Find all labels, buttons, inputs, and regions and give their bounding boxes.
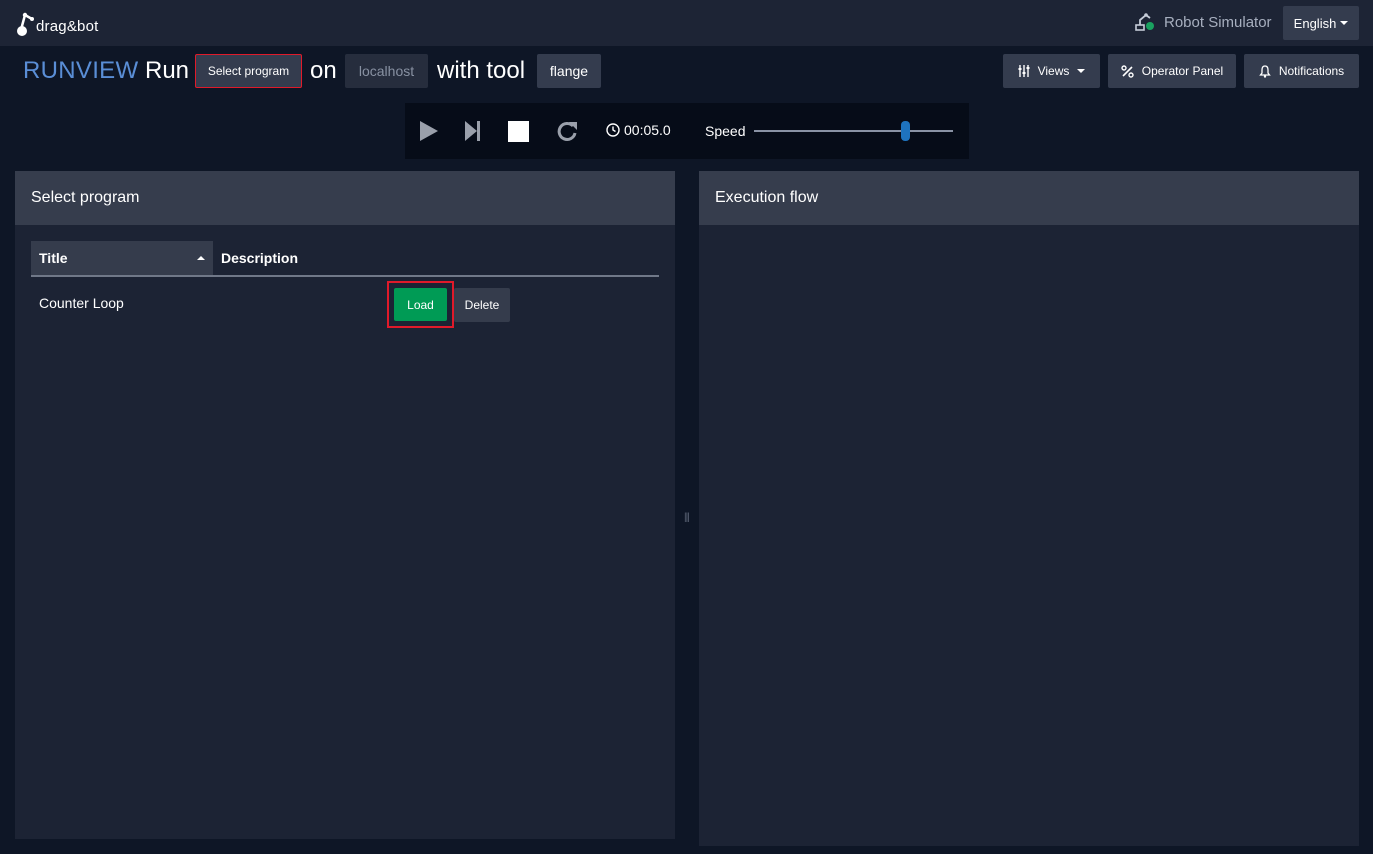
select-program-button[interactable]: Select program (195, 54, 302, 88)
sort-ascending-icon (197, 256, 205, 260)
play-icon[interactable] (419, 121, 439, 141)
logo-text: drag&bot (36, 18, 99, 35)
bell-icon (1259, 64, 1271, 78)
speed-label: Speed (705, 123, 746, 139)
column-header-description[interactable]: Description (221, 241, 298, 275)
with-tool-label: with tool (437, 57, 526, 84)
robot-arm-logo-icon (17, 12, 34, 36)
operator-panel-button[interactable]: Operator Panel (1108, 54, 1236, 88)
sliders-icon (1018, 65, 1030, 77)
column-header-title[interactable]: Title (31, 241, 213, 275)
program-title-cell: Counter Loop (39, 295, 124, 311)
select-program-panel-title: Select program (15, 171, 675, 225)
operator-panel-label: Operator Panel (1141, 64, 1224, 78)
views-label: Views (1037, 64, 1070, 78)
host-field[interactable]: localhost (345, 54, 428, 88)
robot-arm-icon (1135, 13, 1154, 31)
dragandbot-logo[interactable]: drag&bot (16, 9, 98, 37)
clock-icon (606, 123, 620, 137)
top-bar: drag&bot Robot Simulator English (0, 0, 1373, 46)
panel-resize-handle[interactable]: ||| (684, 512, 690, 523)
chevron-down-icon (1340, 21, 1349, 25)
speed-slider-track[interactable] (754, 130, 953, 132)
robot-simulator-label: Robot Simulator (1164, 13, 1272, 31)
chevron-down-icon (1077, 69, 1086, 73)
language-dropdown[interactable]: English (1283, 6, 1359, 40)
execution-flow-panel-title: Execution flow (699, 171, 1359, 225)
delete-button[interactable]: Delete (454, 288, 510, 322)
views-dropdown[interactable]: Views (1003, 54, 1100, 88)
column-header-title-label: Title (39, 250, 68, 266)
tool-button[interactable]: flange (537, 54, 601, 88)
timer-value: 00:05.0 (624, 122, 671, 138)
run-label: Run (145, 57, 190, 84)
robot-simulator-status[interactable]: Robot Simulator (1134, 12, 1272, 32)
restart-icon[interactable] (556, 121, 578, 142)
notifications-button[interactable]: Notifications (1244, 54, 1359, 88)
page-title: RUNVIEW (23, 57, 139, 84)
execution-timer: 00:05.0 (606, 122, 671, 138)
on-label: on (310, 57, 337, 84)
notifications-label: Notifications (1278, 64, 1345, 78)
execution-control-bar: 00:05.0 Speed (405, 103, 969, 159)
execution-flow-panel: Execution flow (699, 171, 1359, 846)
step-forward-icon[interactable] (465, 121, 481, 141)
program-table-header: Title Description (31, 241, 659, 277)
load-button[interactable]: Load (394, 288, 447, 321)
speed-slider-handle[interactable] (900, 121, 910, 141)
select-program-panel: Select program Title Description Counter… (15, 171, 675, 839)
stop-icon[interactable] (508, 121, 529, 142)
tools-icon (1121, 64, 1134, 78)
language-label: English (1293, 15, 1337, 31)
